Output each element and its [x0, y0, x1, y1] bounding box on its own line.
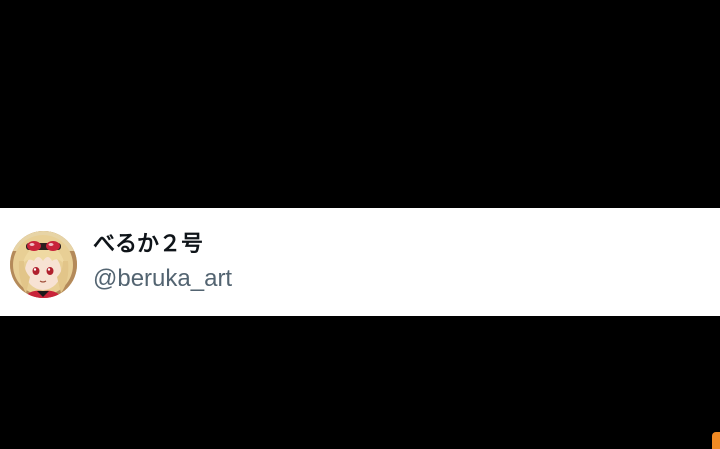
avatar[interactable] — [10, 231, 77, 298]
edge-accent-mark — [712, 432, 720, 449]
video-frame: べるか２号 @beruka_art — [0, 0, 720, 449]
user-handle[interactable]: @beruka_art — [93, 265, 232, 293]
display-name[interactable]: べるか２号 — [93, 231, 232, 259]
anime-girl-avatar-icon — [10, 231, 77, 298]
profile-card[interactable]: べるか２号 @beruka_art — [0, 208, 720, 316]
profile-names: べるか２号 @beruka_art — [93, 231, 232, 293]
